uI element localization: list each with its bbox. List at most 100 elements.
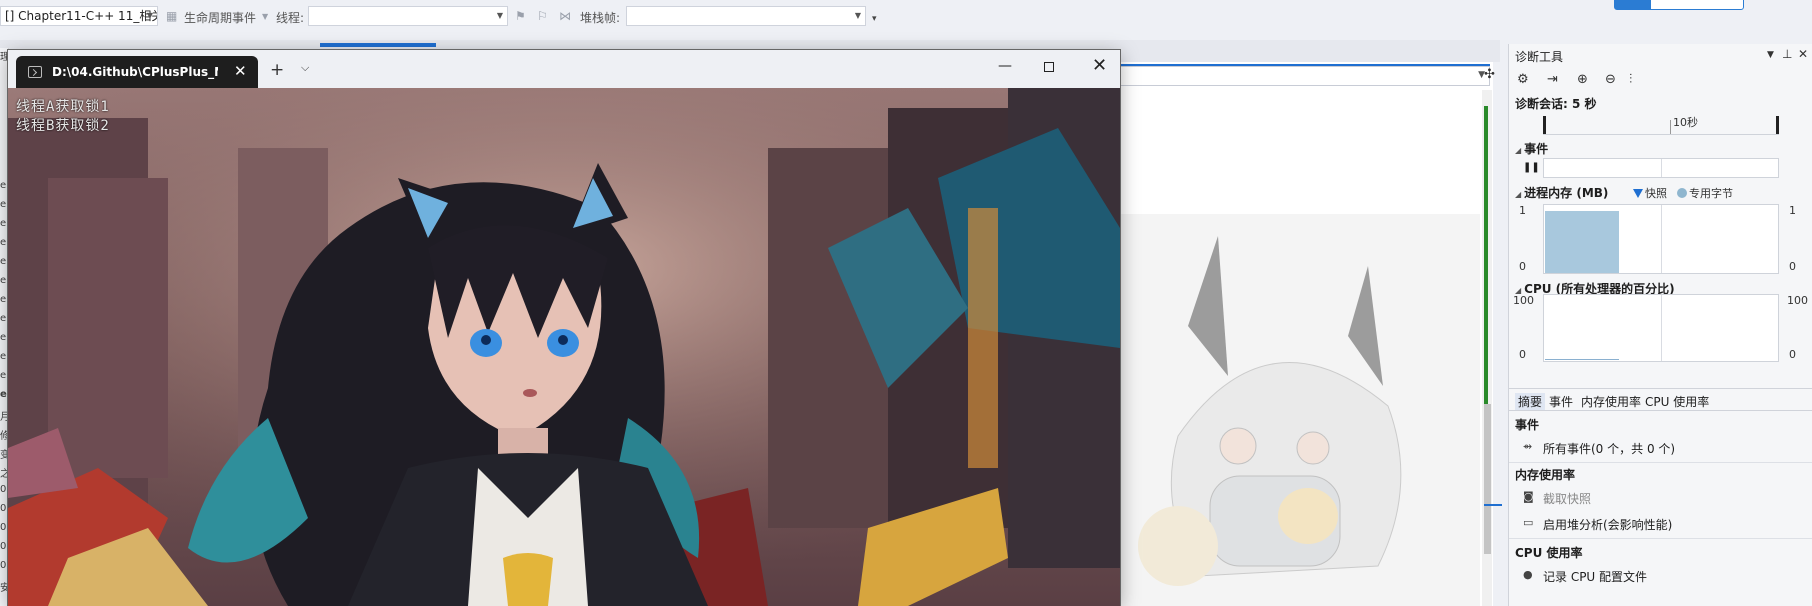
new-tab-button[interactable]: +	[270, 60, 284, 80]
legend-private-bytes: 专用字节	[1677, 185, 1733, 201]
background-illustration	[1138, 236, 1402, 586]
collapse-icon: ◢	[1515, 146, 1522, 155]
maximize-button[interactable]	[1044, 62, 1054, 72]
events-section-header[interactable]: ◢ 事件	[1515, 140, 1548, 157]
snapshot-marker-icon	[1633, 189, 1643, 198]
panel-title: 诊断工具	[1515, 50, 1564, 64]
sliver-text: e	[0, 218, 7, 229]
legend-snapshot: 快照	[1633, 185, 1667, 201]
terminal-body[interactable]: 线程A获取锁1 线程B获取锁2	[8, 88, 1120, 606]
pin-icon[interactable]: ⊥	[1782, 47, 1792, 61]
terminal-background-image	[8, 88, 1120, 606]
close-icon[interactable]: ✕	[1798, 47, 1808, 61]
timeline-label: 10秒	[1673, 116, 1698, 129]
summary-events-header: 事件	[1515, 418, 1540, 432]
flag-threads-icon[interactable]: ⚐	[537, 9, 548, 23]
tabs-divider	[1509, 410, 1812, 411]
tab-cpu-usage[interactable]: CPU 使用率	[1645, 393, 1709, 410]
tab-summary[interactable]: 摘要	[1515, 393, 1546, 410]
memory-axis-left-min: 0	[1519, 260, 1526, 273]
split-editor-icon[interactable]: ✣	[1484, 67, 1498, 83]
export-icon[interactable]: ⇥	[1547, 72, 1558, 87]
record-cpu-profile-button[interactable]: 记录 CPU 配置文件	[1543, 568, 1647, 585]
toolbar-overflow-icon[interactable]: ▾	[872, 14, 877, 24]
summary-memory-header: 内存使用率	[1515, 468, 1576, 482]
tab-events[interactable]: 事件	[1549, 393, 1573, 410]
terminal-output-line: 线程A获取锁1	[16, 99, 110, 115]
chevron-down-icon[interactable]: ⌵	[301, 61, 309, 75]
sliver-text: e	[0, 237, 7, 248]
sliver-text: 0	[0, 503, 7, 514]
chevron-down-icon: ▼	[262, 12, 269, 21]
editor-scroll-thumb[interactable]	[1484, 404, 1491, 554]
heap-icon: ▭	[1523, 516, 1534, 529]
sliver-text: 0	[0, 484, 7, 495]
sliver-text: e	[0, 313, 7, 324]
memory-section-header[interactable]: ◢ 进程内存 (MB)	[1515, 184, 1608, 201]
divider	[1509, 538, 1812, 539]
thread-label: 线程:	[276, 11, 305, 25]
minimize-button[interactable]: —	[998, 58, 1012, 74]
legend-snapshot-label: 快照	[1645, 187, 1667, 200]
project-combo-label: [] Chapter11-C++ 11_相关	[5, 9, 158, 23]
legend-private-label: 专用字节	[1689, 187, 1733, 200]
sliver-text: 0	[0, 522, 7, 533]
tab-memory-usage[interactable]: 内存使用率	[1581, 393, 1641, 410]
close-tab-icon[interactable]: ✕	[234, 62, 247, 80]
cpu-usage-line	[1545, 359, 1619, 360]
memory-axis-right-min: 0	[1789, 260, 1796, 273]
sliver-text: e	[0, 294, 7, 305]
timeline-ruler[interactable]	[1543, 114, 1779, 135]
camera-icon: ◙	[1523, 490, 1534, 503]
chart-options-icon[interactable]: ⫶	[1629, 72, 1632, 87]
top-right-button[interactable]	[1614, 0, 1744, 10]
editor-active-tab-indicator	[320, 43, 436, 47]
close-window-button[interactable]: ✕	[1092, 55, 1107, 76]
events-track[interactable]	[1543, 158, 1779, 178]
thread-combo[interactable]: ▼	[308, 6, 508, 26]
vs-toolbar: [] Chapter11-C++ 11_相关 ▼ ▦ 生命周期事件 ▼ 线程: …	[0, 0, 1812, 34]
terminal-icon	[28, 66, 42, 78]
sliver-text: e	[0, 332, 7, 343]
project-combo[interactable]: [] Chapter11-C++ 11_相关 ▼	[0, 6, 158, 26]
chevron-down-icon: ▼	[854, 11, 861, 20]
terminal-titlebar[interactable]: D:\04.Github\CPlusPlus_Notes ✕ + ⌵ — ✕	[8, 50, 1120, 88]
zoom-out-icon[interactable]: ⊖	[1605, 72, 1616, 87]
filter-icon[interactable]: ⋈	[559, 9, 571, 23]
gear-icon[interactable]: ⚙	[1517, 72, 1529, 87]
session-duration: 诊断会话: 5 秒	[1515, 97, 1597, 111]
sliver-text: e	[0, 256, 7, 267]
memory-chart[interactable]	[1543, 204, 1779, 274]
terminal-tab[interactable]: D:\04.Github\CPlusPlus_Notes ✕	[16, 56, 258, 88]
chevron-down-icon[interactable]: ▼	[1767, 50, 1774, 60]
stackframe-combo[interactable]: ▼	[626, 6, 866, 26]
flag-icon[interactable]: ⚑	[515, 9, 526, 23]
sliver-text: 0	[0, 560, 7, 571]
sliver-text: e	[0, 199, 7, 210]
diagnostics-titlebar: 诊断工具 ▼ ⊥ ✕	[1509, 44, 1812, 66]
diagnostics-toolbar: ⚙ ⇥ ⊕ ⊖ ⫶	[1509, 68, 1812, 92]
private-bytes-dot-icon	[1677, 188, 1687, 198]
caret-position-marker	[1484, 504, 1502, 506]
take-snapshot-button[interactable]: 截取快照	[1543, 490, 1591, 507]
divider	[1509, 462, 1812, 463]
stackframe-label: 堆栈帧:	[580, 11, 621, 25]
lifecycle-icon: ▦	[166, 9, 178, 23]
record-icon: ●	[1523, 568, 1533, 581]
memory-axis-right-max: 1	[1789, 204, 1796, 217]
sliver-text: e	[0, 389, 7, 400]
terminal-window[interactable]: D:\04.Github\CPlusPlus_Notes ✕ + ⌵ — ✕	[8, 50, 1120, 606]
sliver-text: e	[0, 351, 7, 362]
events-section-label: 事件	[1524, 142, 1549, 156]
enable-heap-profiling-link[interactable]: 启用堆分析(会影响性能)	[1543, 516, 1672, 533]
cpu-chart[interactable]	[1543, 294, 1779, 362]
events-link-icon: ⇴	[1523, 440, 1533, 453]
zoom-in-icon[interactable]: ⊕	[1577, 72, 1588, 87]
all-events-link[interactable]: 所有事件(0 个，共 0 个)	[1543, 440, 1675, 457]
sliver-text: e	[0, 370, 7, 381]
editor-navigation-combo[interactable]: ▼	[1118, 66, 1490, 86]
sliver-text: e	[0, 275, 7, 286]
memory-section-label: 进程内存 (MB)	[1524, 186, 1609, 200]
lifecycle-events-label[interactable]: 生命周期事件	[184, 9, 256, 26]
pause-icon[interactable]: ❚❚	[1523, 162, 1540, 173]
